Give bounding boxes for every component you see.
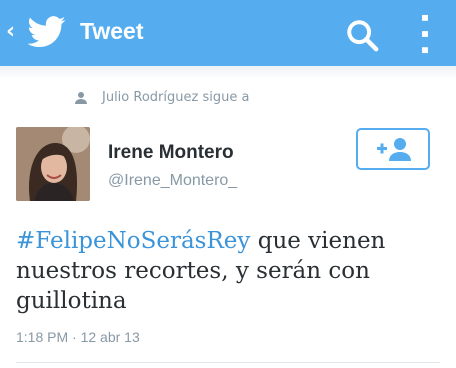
- follow-button[interactable]: [356, 128, 430, 170]
- kebab-menu-icon[interactable]: [416, 12, 434, 56]
- page-title: Tweet: [80, 18, 144, 44]
- social-context-text: Julio Rodríguez sigue a: [102, 90, 250, 105]
- avatar[interactable]: [16, 127, 90, 201]
- header-shadow: [0, 66, 456, 80]
- author-name[interactable]: Irene Montero: [108, 142, 234, 164]
- avatar-photo: [16, 127, 90, 201]
- person-icon: [75, 91, 87, 104]
- tweet-text: #FelipeNoSerásRey que vienen nuestros re…: [16, 226, 436, 316]
- divider: [16, 362, 440, 363]
- twitter-bird-icon[interactable]: [28, 16, 66, 48]
- author-handle[interactable]: @Irene_Montero_: [108, 172, 237, 190]
- hashtag-link[interactable]: #FelipeNoSerásRey: [16, 228, 250, 254]
- add-user-icon: [377, 138, 411, 161]
- search-icon[interactable]: [345, 18, 379, 52]
- social-context: Julio Rodríguez sigue a: [74, 90, 249, 105]
- top-app-bar: ‹ Tweet: [0, 0, 456, 66]
- back-chevron-icon[interactable]: ‹: [6, 21, 15, 43]
- tweet-timestamp: 1:18 PM · 12 abr 13: [16, 329, 140, 345]
